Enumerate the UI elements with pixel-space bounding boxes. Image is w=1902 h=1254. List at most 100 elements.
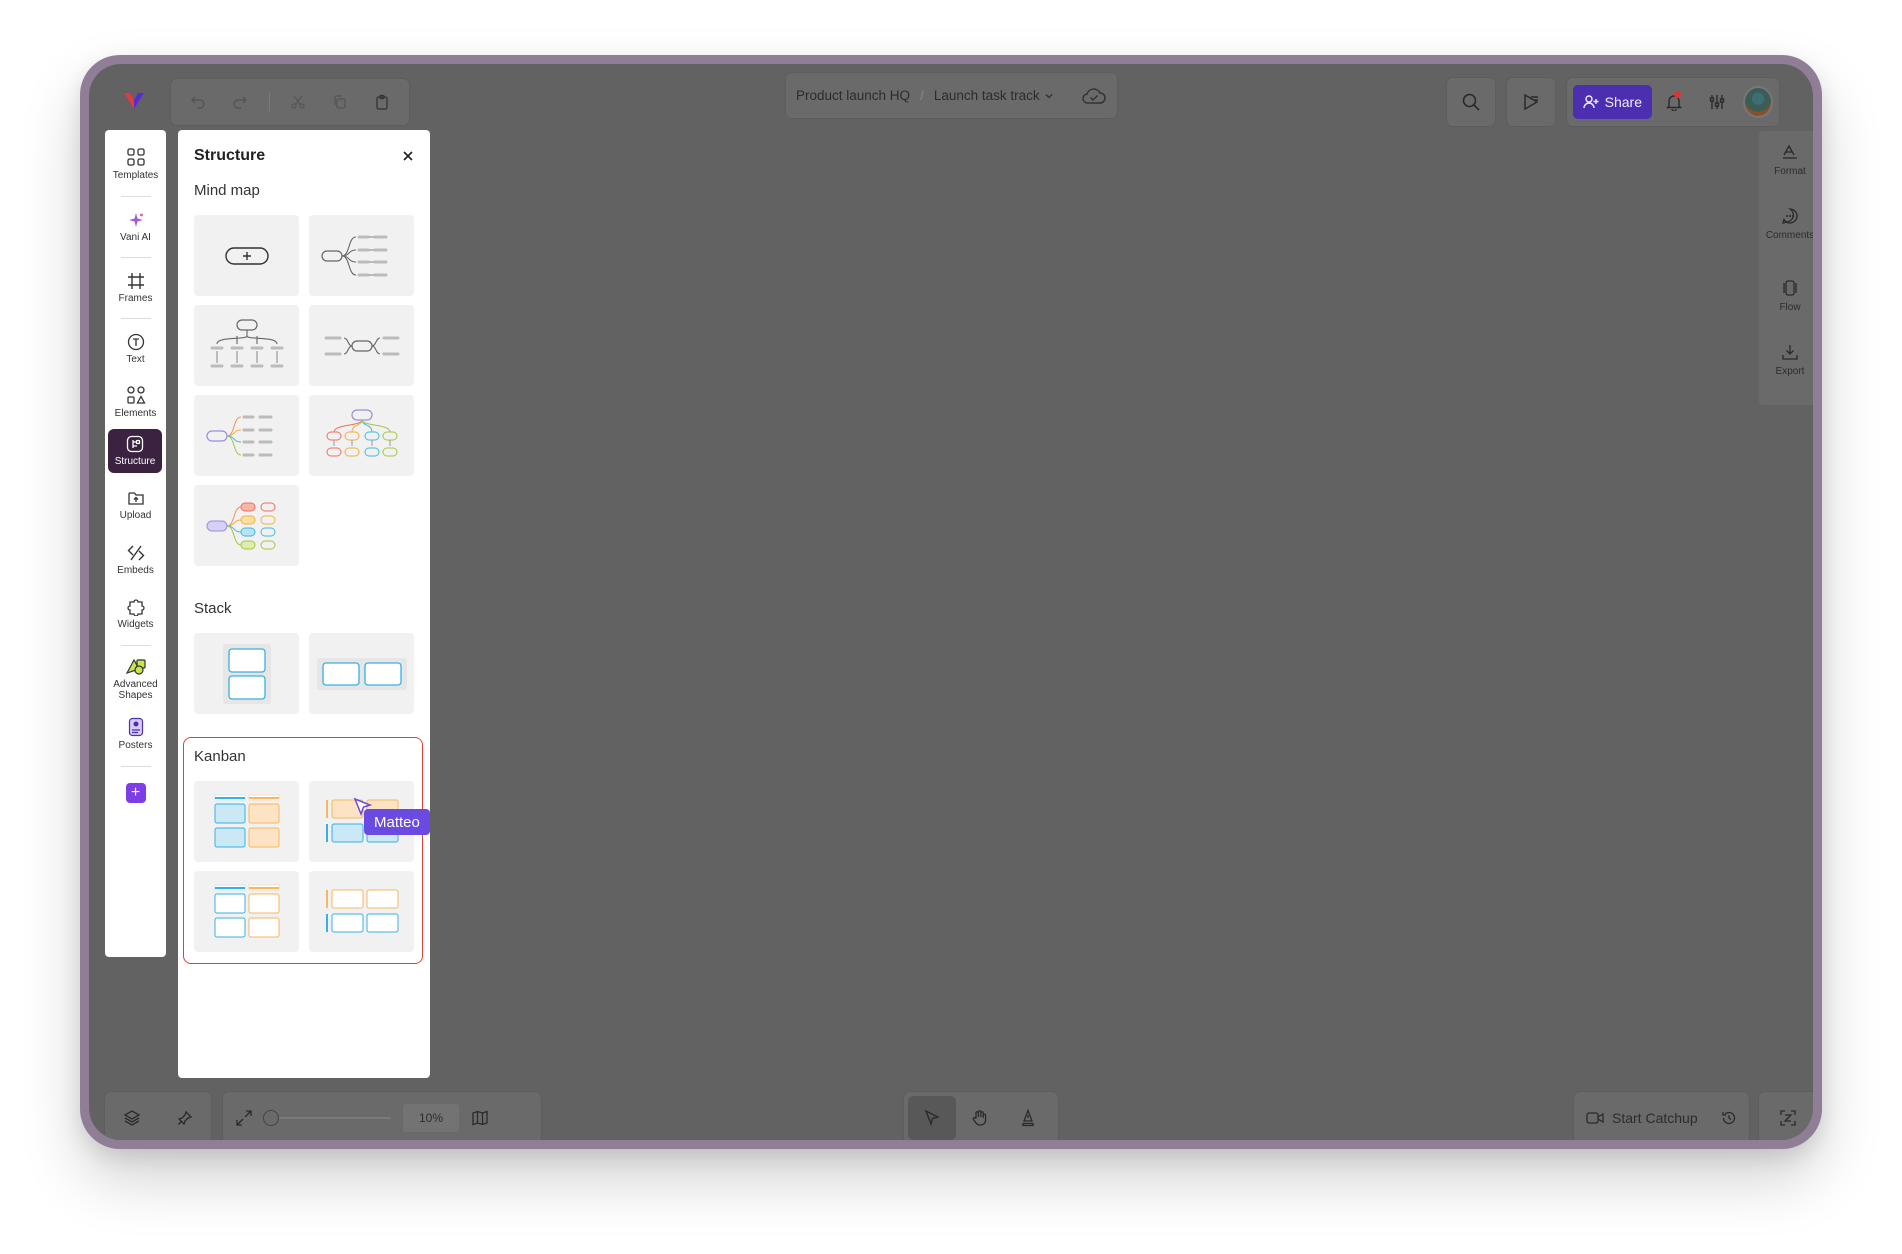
add-more-button[interactable]: + (105, 771, 166, 815)
toolbar-divider (268, 93, 270, 111)
sidebar-item-label: Structure (114, 456, 156, 467)
embeds-icon (127, 544, 145, 562)
start-catchup-button[interactable]: Start Catchup (1612, 1110, 1698, 1126)
pen-tool-icon[interactable] (1004, 1096, 1052, 1140)
app-window-frame: Product launch HQ / Launch task track Sh… (80, 55, 1822, 1149)
sidebar-item-label: Text (126, 354, 145, 365)
search-button[interactable] (1447, 78, 1495, 126)
structure-panel: Structure Mind map Stack Kanban (178, 130, 430, 1078)
sidebar-item-frames[interactable]: Frames (105, 262, 166, 314)
layers-toolbar (105, 1092, 211, 1140)
fullscreen-icon (1779, 1109, 1797, 1127)
account-toolbar: Share (1567, 78, 1779, 126)
mind-map-templates (194, 215, 414, 566)
sidebar-divider (120, 645, 151, 646)
add-user-icon (1582, 95, 1599, 109)
present-button[interactable] (1507, 78, 1555, 126)
pin-icon[interactable] (177, 1110, 193, 1126)
notifications-button[interactable] (1652, 82, 1696, 122)
sidebar-item-widgets[interactable]: Widgets (105, 587, 166, 641)
sidebar-item-label: Flow (1779, 302, 1801, 313)
sidebar-item-advanced-shapes[interactable]: Advanced Shapes (105, 650, 166, 706)
sparkle-icon (127, 211, 145, 229)
sidebar-item-structure[interactable]: Structure (108, 429, 162, 473)
redo-icon[interactable] (221, 82, 259, 122)
settings-button[interactable] (1696, 82, 1740, 122)
cloud-sync-icon[interactable] (1081, 87, 1107, 105)
edit-toolbar (171, 79, 409, 125)
panel-header: Structure (194, 130, 414, 174)
format-icon (1781, 143, 1799, 161)
chevron-down-icon[interactable] (1044, 91, 1054, 101)
sidebar-divider (120, 766, 151, 767)
history-icon[interactable] (1721, 1110, 1737, 1126)
posters-icon (128, 717, 144, 737)
minimap-icon[interactable] (471, 1109, 489, 1127)
present-icon (1521, 92, 1541, 112)
avatar[interactable] (1743, 86, 1773, 118)
template-tile-mind-map-both-sides[interactable] (309, 305, 414, 386)
template-tile-blank-mind-map[interactable] (194, 215, 299, 296)
sidebar-item-vani-ai[interactable]: Vani AI (105, 201, 166, 253)
templates-icon (126, 147, 146, 167)
select-tool-icon[interactable] (908, 1096, 956, 1140)
export-icon (1781, 343, 1799, 361)
clipboard-icon[interactable] (363, 82, 401, 122)
sidebar-divider (120, 318, 151, 319)
upload-icon (127, 489, 145, 507)
sidebar-item-label: Widgets (117, 619, 154, 630)
sidebar-item-upload[interactable]: Upload (105, 477, 166, 533)
zoom-slider[interactable] (263, 1110, 391, 1126)
tools-toolbar (904, 1092, 1058, 1140)
fit-screen-icon[interactable] (235, 1109, 253, 1127)
kanban-highlight-frame (183, 737, 423, 964)
video-camera-icon (1586, 1111, 1604, 1125)
breadcrumb-workspace[interactable]: Product launch HQ (796, 88, 910, 103)
canvas[interactable]: Product launch HQ / Launch task track Sh… (89, 64, 1813, 1140)
sidebar-item-label: Comments (1765, 230, 1813, 241)
share-button[interactable]: Share (1573, 85, 1652, 119)
copy-icon[interactable] (321, 82, 359, 122)
sidebar-item-export[interactable]: Export (1759, 331, 1813, 395)
sidebar-item-label: Posters (118, 740, 153, 751)
zoom-slider-handle[interactable] (263, 1110, 279, 1126)
undo-icon[interactable] (179, 82, 217, 122)
sidebar-item-elements[interactable]: Elements (105, 375, 166, 429)
sidebar-item-templates[interactable]: Templates (105, 136, 166, 192)
template-tile-org-chart-color[interactable] (309, 395, 414, 476)
sidebar-divider (120, 196, 151, 197)
template-tile-mind-map-color-right[interactable] (194, 395, 299, 476)
zoom-toolbar: 10% (223, 1092, 541, 1140)
structure-icon (126, 435, 144, 453)
widgets-icon (126, 598, 145, 616)
layers-icon[interactable] (123, 1109, 141, 1127)
fullscreen-button[interactable] (1759, 1092, 1813, 1140)
sidebar-item-text[interactable]: Text (105, 323, 166, 375)
notification-dot (1673, 91, 1681, 98)
share-label: Share (1604, 94, 1642, 110)
stack-templates (194, 633, 414, 714)
sidebar-item-flow[interactable]: Flow (1759, 267, 1813, 331)
zoom-level[interactable]: 10% (403, 1104, 459, 1132)
hand-tool-icon[interactable] (956, 1096, 1004, 1140)
sidebar-item-label: Format (1774, 166, 1806, 177)
template-tile-org-chart[interactable] (194, 305, 299, 386)
sidebar-item-embeds[interactable]: Embeds (105, 533, 166, 587)
breadcrumb: Product launch HQ / Launch task track (786, 73, 1117, 118)
template-tile-mind-map-right[interactable] (309, 215, 414, 296)
sidebar-item-label: Upload (119, 510, 152, 521)
template-tile-stack-vertical[interactable] (194, 633, 299, 714)
text-icon (127, 333, 145, 351)
cut-icon[interactable] (280, 82, 318, 122)
sidebar-item-format[interactable]: Format (1759, 139, 1813, 203)
section-title-mind-map: Mind map (194, 182, 260, 199)
right-sidebar: Format Comments Flow Export (1759, 131, 1813, 405)
elements-icon (126, 385, 146, 405)
template-tile-stack-horizontal[interactable] (309, 633, 414, 714)
breadcrumb-board[interactable]: Launch task track (934, 88, 1040, 103)
sidebar-item-comments[interactable]: Comments (1759, 203, 1813, 267)
sidebar-item-posters[interactable]: Posters (105, 706, 166, 762)
close-icon[interactable] (402, 150, 414, 162)
vani-logo-icon[interactable] (113, 80, 155, 122)
template-tile-mind-map-filled[interactable] (194, 485, 299, 566)
